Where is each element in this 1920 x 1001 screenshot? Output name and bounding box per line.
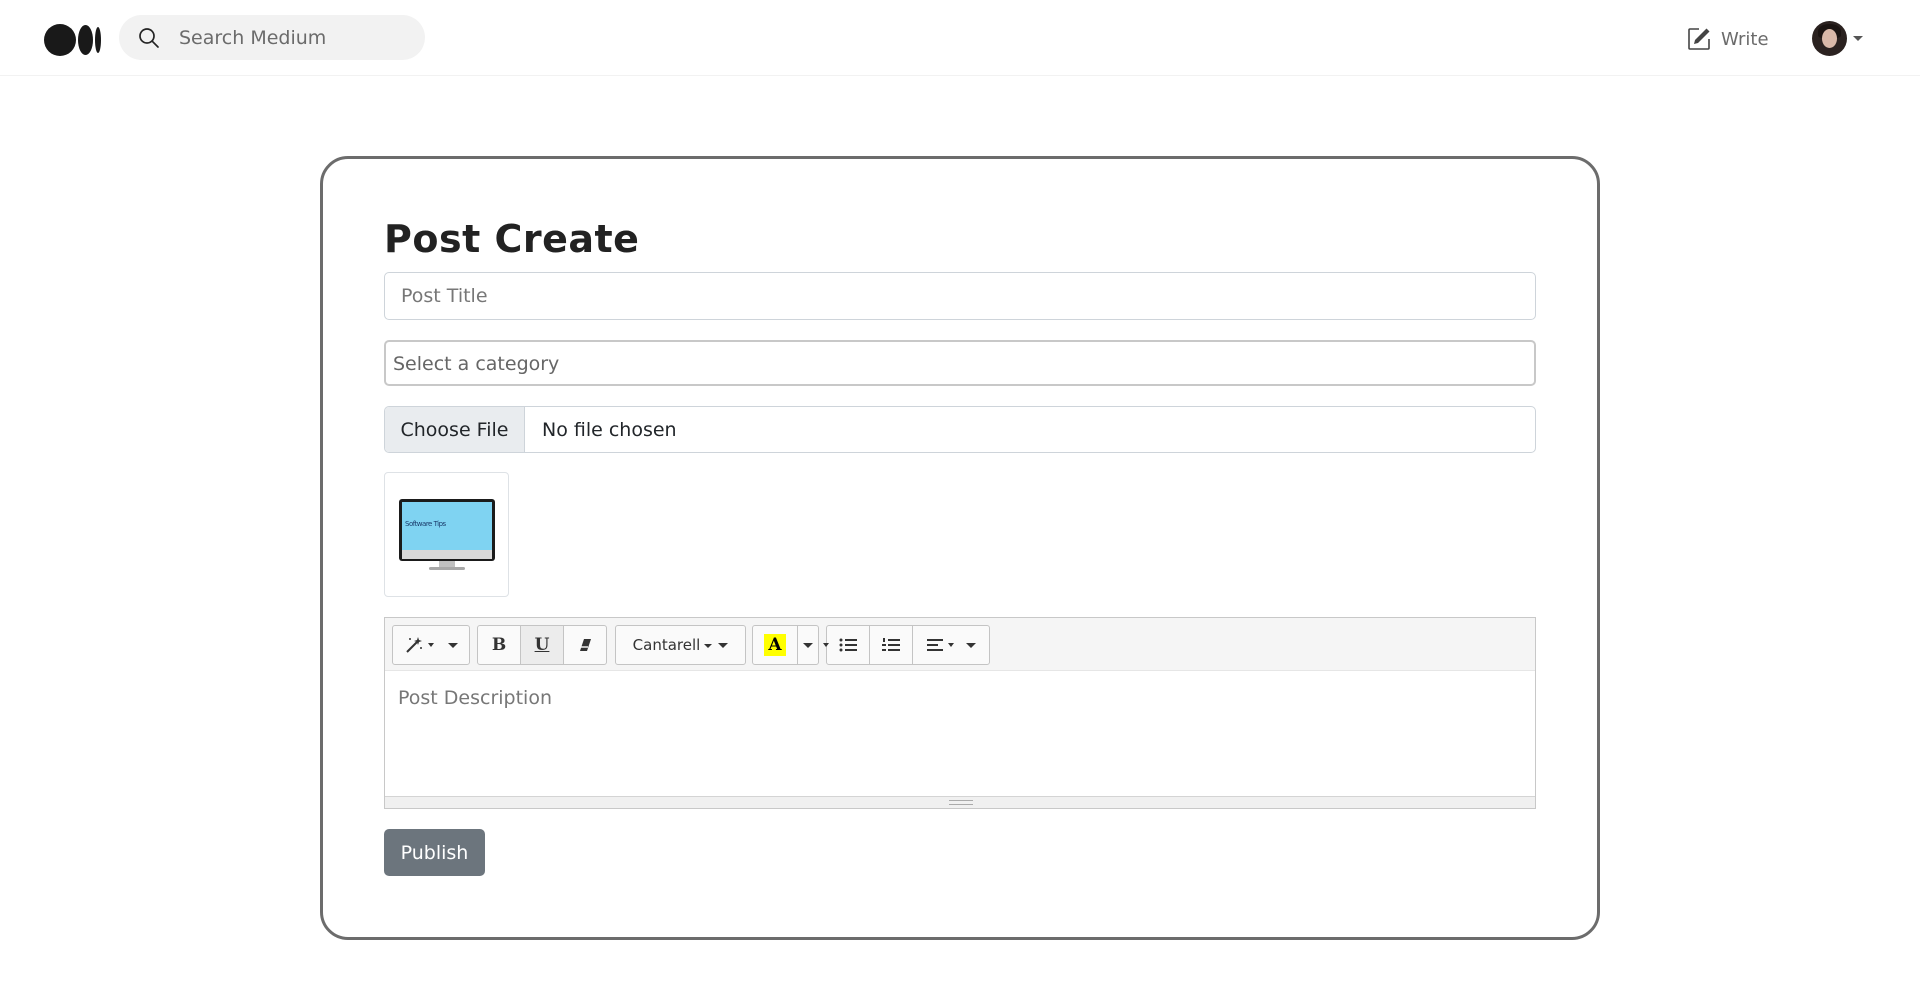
caret-icon (823, 643, 829, 647)
search-bar (119, 15, 425, 60)
chevron-down-icon (1853, 35, 1863, 41)
category-select[interactable]: Select a category (384, 340, 1536, 386)
eraser-icon (580, 639, 591, 651)
thumbnail-text: Software Tips (405, 520, 446, 528)
chevron-down-icon (803, 642, 813, 648)
choose-file-button[interactable]: Choose File (385, 407, 525, 452)
image-file-input[interactable]: Choose File No file chosen (384, 406, 1536, 453)
chevron-down-icon (718, 642, 729, 648)
ordered-list-icon (882, 638, 900, 651)
publish-button[interactable]: Publish (384, 829, 485, 876)
page-title: Post Create (384, 217, 640, 261)
avatar[interactable] (1812, 20, 1847, 56)
chevron-down-icon (965, 642, 976, 648)
search-input[interactable] (179, 15, 409, 60)
text-color-dropdown[interactable] (797, 625, 819, 665)
description-placeholder: Post Description (398, 687, 553, 709)
post-title-field (384, 272, 1536, 320)
image-preview: Software Tips (384, 472, 509, 597)
caret-icon (947, 643, 954, 647)
align-icon (926, 639, 943, 651)
font-name: Cantarell (632, 636, 701, 654)
write-label: Write (1721, 28, 1769, 50)
post-description-input[interactable]: Post Description (385, 671, 1535, 797)
write-button[interactable]: Write (1686, 26, 1769, 52)
monitor-image: Software Tips (399, 499, 495, 571)
search-icon[interactable] (137, 26, 161, 50)
paragraph-align-dropdown[interactable] (912, 625, 990, 665)
unordered-list-icon (839, 638, 857, 652)
rich-text-editor: B U Cantarell A Post Description (384, 617, 1536, 809)
ordered-list-button[interactable] (869, 625, 913, 665)
caret-icon (428, 643, 434, 647)
category-select-value: Select a category (393, 353, 560, 375)
user-menu[interactable] (1812, 19, 1863, 57)
top-navbar: Write (0, 0, 1920, 76)
magic-wand-icon (406, 637, 422, 653)
editor-resize-handle[interactable] (385, 796, 1535, 808)
post-title-input[interactable] (385, 273, 1535, 319)
chevron-down-icon (448, 642, 458, 648)
file-status-text: No file chosen (542, 418, 677, 441)
underline-icon: U (534, 635, 550, 655)
text-color-button[interactable]: A (752, 625, 798, 665)
medium-logo[interactable] (44, 24, 101, 56)
underline-button[interactable]: U (520, 625, 564, 665)
style-dropdown[interactable] (392, 625, 470, 665)
bold-icon: B (491, 635, 507, 655)
bold-button[interactable]: B (477, 625, 521, 665)
resize-grip-icon (949, 800, 973, 805)
clear-format-button[interactable] (563, 625, 607, 665)
editor-toolbar: B U Cantarell A (385, 618, 1535, 671)
text-color-icon: A (764, 634, 786, 656)
font-family-dropdown[interactable]: Cantarell (615, 625, 746, 665)
unordered-list-button[interactable] (823, 625, 870, 665)
write-icon (1688, 28, 1710, 50)
